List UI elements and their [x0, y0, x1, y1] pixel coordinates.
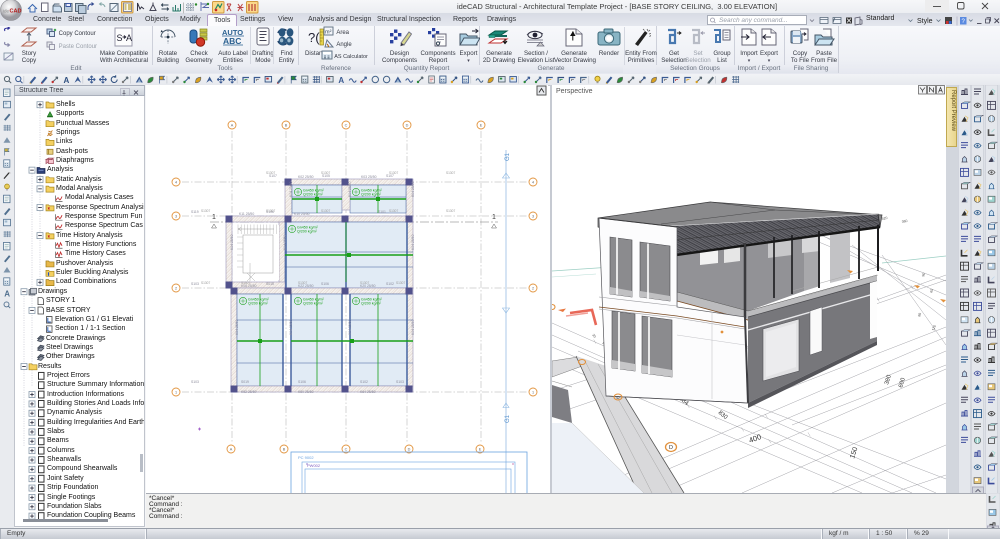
svg-text:S102: S102 [360, 380, 368, 384]
svg-text:S1307: S1307 [241, 281, 250, 285]
svg-text:120: 120 [931, 324, 937, 331]
svg-text:S103: S103 [396, 380, 404, 384]
svg-text:Q/200 kg/m²: Q/200 kg/m² [303, 193, 324, 197]
svg-text:E: E [479, 448, 482, 452]
svg-text:600: 600 [898, 377, 907, 389]
svg-text:S: S [117, 33, 123, 43]
svg-text:K04 25/50: K04 25/50 [348, 319, 352, 335]
svg-text:3: 3 [175, 215, 177, 219]
svg-text:C: C [345, 124, 348, 128]
svg-text:E: E [480, 124, 483, 128]
svg-text:K64 25/50: K64 25/50 [360, 390, 376, 394]
svg-text:S1307: S1307 [389, 209, 398, 213]
svg-text:A: A [126, 33, 132, 43]
svg-text:K52 25/50: K52 25/50 [241, 390, 257, 394]
svg-text:Q/200 kg/m²: Q/200 kg/m² [361, 193, 382, 197]
svg-text:90: 90 [921, 272, 926, 277]
svg-text:S1307: S1307 [321, 209, 330, 213]
svg-text:150: 150 [849, 446, 859, 459]
svg-text:K04 25/50: K04 25/50 [411, 181, 415, 197]
svg-text:S1307: S1307 [201, 281, 210, 285]
svg-text:S106: S106 [298, 380, 306, 384]
svg-text:B: B [283, 448, 286, 452]
svg-text:S1307: S1307 [446, 209, 455, 213]
svg-text:K10 25/50: K10 25/50 [294, 212, 310, 216]
svg-text:K11 25/50: K11 25/50 [239, 212, 254, 216]
svg-text:B: B [285, 124, 288, 128]
svg-text:S1307: S1307 [446, 171, 455, 175]
svg-text:K04 25/50: K04 25/50 [411, 319, 415, 335]
svg-text:K03 25/50: K03 25/50 [361, 175, 377, 179]
svg-text:K04 25/50: K04 25/50 [289, 319, 293, 335]
svg-text:PC 9002: PC 9002 [298, 455, 314, 460]
svg-text:S1307: S1307 [389, 171, 398, 175]
svg-text:S103: S103 [191, 380, 199, 384]
svg-text:S119: S119 [191, 210, 199, 214]
svg-text:S1307: S1307 [266, 171, 275, 175]
svg-text:C: C [345, 448, 348, 452]
svg-text:D: D [406, 124, 409, 128]
svg-text:2: 2 [175, 287, 177, 291]
svg-text:m²: m² [325, 30, 332, 36]
svg-text:65: 65 [929, 288, 934, 293]
svg-text:1: 1 [492, 214, 496, 221]
svg-text:4: 4 [532, 181, 534, 185]
svg-text:Style: Style [917, 18, 933, 25]
svg-text:ABC: ABC [223, 36, 241, 46]
svg-text:S103: S103 [191, 282, 199, 286]
svg-text:G1: G1 [505, 152, 511, 161]
svg-text:Q/200 kg/m²: Q/200 kg/m² [303, 302, 324, 306]
svg-text:S019: S019 [241, 380, 249, 384]
svg-text:S1307: S1307 [298, 281, 307, 285]
svg-text:S1307: S1307 [396, 281, 405, 285]
svg-text:K02 25/50: K02 25/50 [298, 175, 314, 179]
svg-text:K04 25/50: K04 25/50 [235, 319, 239, 335]
svg-text:?(: ?( [308, 30, 320, 45]
svg-text:420: 420 [881, 216, 888, 221]
svg-text:K04 25/50: K04 25/50 [348, 181, 352, 197]
svg-text:4: 4 [175, 181, 177, 185]
svg-text:CAD: CAD [10, 9, 22, 15]
svg-text:30: 30 [591, 333, 597, 339]
svg-text:D: D [408, 448, 411, 452]
svg-text:S1307: S1307 [266, 209, 275, 213]
svg-text:D: D [669, 445, 673, 451]
svg-text:K04 25/50: K04 25/50 [411, 234, 415, 250]
svg-text:A: A [230, 448, 233, 452]
svg-text:86: 86 [917, 312, 922, 317]
svg-text:A: A [64, 76, 70, 85]
svg-text:360: 360 [901, 219, 908, 224]
svg-text:A: A [231, 124, 234, 128]
svg-text:S106: S106 [321, 282, 329, 286]
svg-text:1: 1 [212, 214, 216, 221]
svg-text:G1: G1 [505, 414, 511, 423]
svg-text:K04 25/50: K04 25/50 [230, 234, 234, 250]
svg-text:2: 2 [532, 287, 534, 291]
svg-text:1: 1 [175, 391, 177, 395]
svg-text:PW002: PW002 [307, 463, 321, 468]
svg-text:S1307: S1307 [201, 209, 210, 213]
svg-text:1: 1 [532, 391, 534, 395]
svg-text:Q/200 kg/m²: Q/200 kg/m² [248, 302, 269, 306]
svg-text:K50 25/50: K50 25/50 [298, 390, 314, 394]
svg-text:400: 400 [748, 432, 763, 445]
svg-text:S015: S015 [266, 282, 274, 286]
svg-text:K04 25/50: K04 25/50 [289, 181, 293, 197]
svg-text:Q/200 kg/m²: Q/200 kg/m² [361, 302, 382, 306]
svg-text:S102: S102 [386, 282, 394, 286]
svg-text:A: A [4, 290, 10, 299]
svg-text:380: 380 [884, 374, 893, 386]
svg-text:S1307: S1307 [321, 171, 330, 175]
svg-text:S101: S101 [378, 210, 386, 214]
svg-text:Q/200 kg/m²: Q/200 kg/m² [297, 230, 318, 234]
svg-text:K04 25/50: K04 25/50 [283, 234, 287, 250]
svg-text:A: A [338, 76, 344, 85]
svg-text:S1307: S1307 [360, 281, 369, 285]
svg-text:3: 3 [532, 215, 534, 219]
